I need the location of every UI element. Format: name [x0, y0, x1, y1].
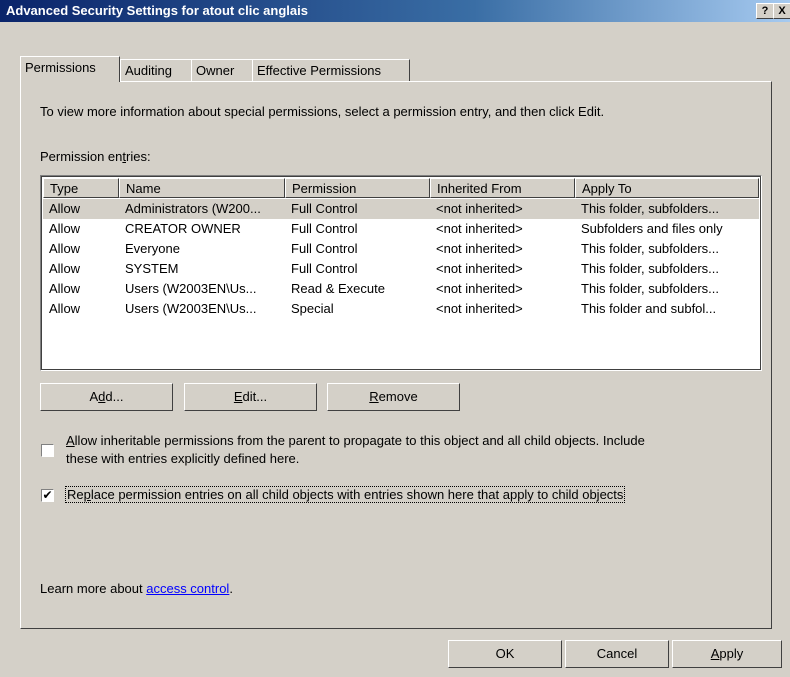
cell-name: SYSTEM: [125, 261, 179, 276]
cell-permission: Read & Execute: [291, 281, 385, 296]
apply-button[interactable]: Apply: [672, 640, 782, 668]
tab-owner[interactable]: Owner: [191, 59, 253, 81]
table-row[interactable]: Allow Users (W2003EN\Us... Read & Execut…: [43, 279, 759, 299]
cell-type: Allow: [49, 201, 81, 216]
cell-type: Allow: [49, 261, 81, 276]
table-row[interactable]: Allow SYSTEM Full Control <not inherited…: [43, 259, 759, 279]
cell-type: Allow: [49, 241, 81, 256]
cell-apply-to: This folder and subfol...: [581, 301, 717, 316]
cell-type: Allow: [49, 301, 81, 316]
table-row[interactable]: Allow Users (W2003EN\Us... Special <not …: [43, 299, 759, 319]
ok-button[interactable]: OK: [448, 640, 562, 668]
column-header-inherited-from[interactable]: Inherited From: [430, 178, 575, 198]
intro-text: To view more information about special p…: [40, 104, 605, 119]
column-header-type[interactable]: Type: [43, 178, 119, 198]
cell-permission: Full Control: [291, 221, 358, 236]
remove-button[interactable]: Remove: [327, 383, 460, 411]
title-bar: Advanced Security Settings for atout cli…: [0, 0, 790, 22]
permission-entries-list[interactable]: Type Name Permission Inherited From Appl…: [40, 175, 762, 371]
cell-type: Allow: [49, 221, 81, 236]
access-control-link[interactable]: access control: [146, 581, 229, 596]
cell-permission: Full Control: [291, 261, 358, 276]
edit-button[interactable]: Edit...: [184, 383, 317, 411]
cell-apply-to: This folder, subfolders...: [581, 241, 720, 256]
add-button[interactable]: Add...: [40, 383, 173, 411]
cell-apply-to: This folder, subfolders...: [581, 261, 720, 276]
cell-inherited-from: <not inherited>: [436, 221, 523, 236]
cell-inherited-from: <not inherited>: [436, 281, 523, 296]
cell-apply-to: This folder, subfolders...: [581, 201, 720, 216]
cell-apply-to: This folder, subfolders...: [581, 281, 720, 296]
column-header-name[interactable]: Name: [119, 178, 285, 198]
table-row[interactable]: Allow Administrators (W200... Full Contr…: [43, 199, 759, 219]
table-row[interactable]: Allow Everyone Full Control <not inherit…: [43, 239, 759, 259]
help-button[interactable]: ?: [756, 3, 774, 19]
replace-permissions-label[interactable]: Replace permission entries on all child …: [64, 486, 626, 503]
window-title: Advanced Security Settings for atout cli…: [6, 3, 308, 18]
cell-name: Users (W2003EN\Us...: [125, 301, 257, 316]
cell-name: Administrators (W200...: [125, 201, 261, 216]
cancel-button[interactable]: Cancel: [565, 640, 669, 668]
cell-name: CREATOR OWNER: [125, 221, 241, 236]
cell-permission: Special: [291, 301, 334, 316]
cell-permission: Full Control: [291, 201, 358, 216]
inherit-permissions-label-line2[interactable]: these with entries explicitly defined he…: [66, 451, 299, 466]
cell-inherited-from: <not inherited>: [436, 261, 523, 276]
column-header-permission[interactable]: Permission: [285, 178, 430, 198]
cell-apply-to: Subfolders and files only: [581, 221, 723, 236]
cell-inherited-from: <not inherited>: [436, 301, 523, 316]
close-button[interactable]: X: [773, 3, 790, 19]
inherit-permissions-checkbox[interactable]: [41, 444, 54, 457]
learn-more-text: Learn more about access control.: [40, 581, 233, 596]
cell-inherited-from: <not inherited>: [436, 201, 523, 216]
column-header-apply-to[interactable]: Apply To: [575, 178, 759, 198]
cell-inherited-from: <not inherited>: [436, 241, 523, 256]
cell-permission: Full Control: [291, 241, 358, 256]
list-header: Type Name Permission Inherited From Appl…: [43, 178, 759, 198]
cell-type: Allow: [49, 281, 81, 296]
permission-entries-label: Permission entries:: [40, 149, 151, 164]
tab-auditing[interactable]: Auditing: [120, 59, 192, 81]
table-row[interactable]: Allow CREATOR OWNER Full Control <not in…: [43, 219, 759, 239]
inherit-permissions-label[interactable]: Allow inheritable permissions from the p…: [66, 433, 645, 448]
cell-name: Everyone: [125, 241, 180, 256]
tab-permissions[interactable]: Permissions: [20, 56, 120, 82]
replace-permissions-checkbox[interactable]: ✔: [41, 489, 54, 502]
cell-name: Users (W2003EN\Us...: [125, 281, 257, 296]
tab-effective-permissions[interactable]: Effective Permissions: [252, 59, 410, 81]
